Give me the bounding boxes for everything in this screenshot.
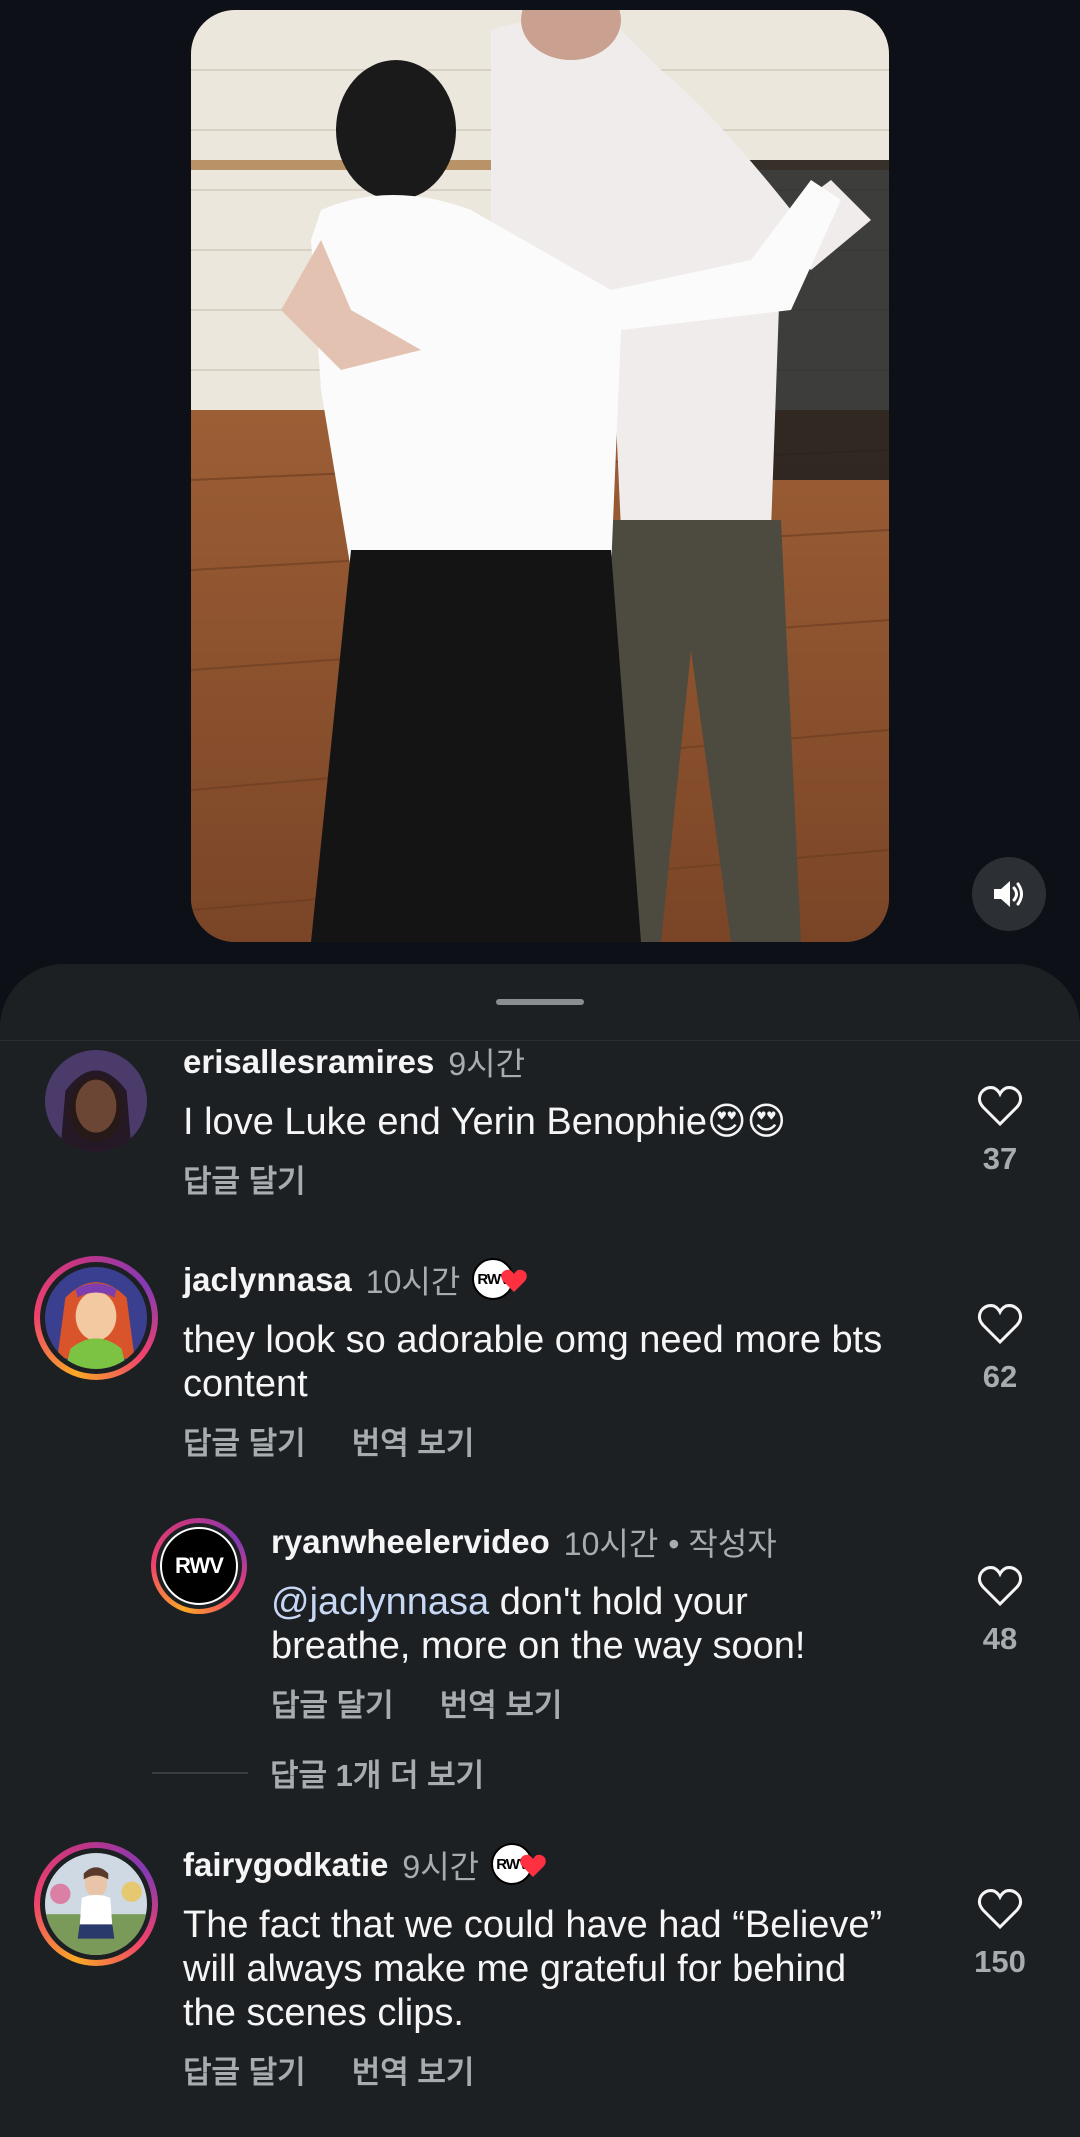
like-count: 37 — [982, 1141, 1018, 1176]
avatar[interactable]: RWV — [151, 1518, 247, 1614]
heart-outline-icon — [977, 1304, 1023, 1345]
like-count: 48 — [982, 1621, 1018, 1656]
avatar-image — [45, 1267, 147, 1369]
like-count: 62 — [982, 1359, 1018, 1394]
comment-text: they look so adorable omg need more bts … — [183, 1319, 883, 1405]
speaker-icon — [994, 881, 1023, 907]
avatar-image — [45, 1853, 147, 1955]
reply-button[interactable]: 답글 달기 — [271, 1680, 394, 1725]
comment-time: 9시간 — [402, 1849, 480, 1885]
like-count: 150 — [974, 1944, 1026, 1979]
heart-filled-icon — [501, 1269, 528, 1292]
creator-liked-badge: RWV — [491, 1843, 546, 1887]
comment-time: 10시간 — [563, 1526, 659, 1562]
heart-outline-icon — [977, 1086, 1023, 1127]
divider — [0, 1040, 1080, 1041]
view-more-replies-label[interactable]: 답글 1개 더 보기 — [270, 1750, 484, 1795]
comment-username[interactable]: ryanwheelervideo — [271, 1523, 550, 1561]
like-button[interactable]: 48 — [960, 1565, 1040, 1657]
mention-link[interactable]: @jaclynnasa — [271, 1581, 489, 1623]
screen: erisallesramires 9시간 I love Luke end Yer… — [0, 0, 1080, 2137]
see-translation-button[interactable]: 번역 보기 — [440, 1680, 563, 1725]
heart-outline-icon — [977, 1889, 1023, 1930]
see-translation-button[interactable]: 번역 보기 — [352, 1418, 475, 1463]
video-frame-image — [191, 10, 889, 942]
comment-username[interactable]: jaclynnasa — [183, 1261, 352, 1299]
comment-time: 10시간 — [365, 1264, 461, 1300]
mute-button[interactable] — [972, 857, 1046, 931]
avatar[interactable] — [45, 1050, 147, 1152]
reply-button[interactable]: 답글 달기 — [183, 2047, 306, 2092]
avatar[interactable] — [34, 1256, 158, 1380]
comment-username[interactable]: fairygodkatie — [183, 1846, 388, 1884]
comment-time: 9시간 — [448, 1046, 526, 1082]
see-translation-button[interactable]: 번역 보기 — [352, 2047, 475, 2092]
comment-text: The fact that we could have had “Believe… — [183, 1904, 883, 2034]
heart-filled-icon — [520, 1854, 546, 1877]
like-button[interactable]: 37 — [960, 1085, 1040, 1177]
view-more-replies[interactable]: 답글 1개 더 보기 — [152, 1750, 484, 1795]
reply-button[interactable]: 답글 달기 — [183, 1156, 306, 1201]
thread-line — [152, 1771, 248, 1774]
comment-text: I love Luke end Yerin Benophie😍😍 — [183, 1101, 787, 1143]
like-button[interactable]: 150 — [960, 1888, 1040, 1980]
avatar-image — [45, 1050, 147, 1152]
like-button[interactable]: 62 — [960, 1303, 1040, 1395]
sheet-grab-handle[interactable] — [496, 999, 584, 1005]
avatar[interactable] — [34, 1842, 158, 1966]
heart-outline-icon — [977, 1566, 1023, 1607]
comment-username[interactable]: erisallesramires — [183, 1043, 434, 1081]
reply-button[interactable]: 답글 달기 — [183, 1418, 306, 1463]
reel-video[interactable] — [191, 10, 889, 942]
creator-liked-badge: RWV — [472, 1258, 528, 1302]
avatar-logo-text: RWV — [175, 1553, 224, 1578]
comment-text: @jaclynnasa don't hold your breathe, mor… — [271, 1580, 891, 1668]
author-tag: • 작성자 — [668, 1526, 777, 1562]
